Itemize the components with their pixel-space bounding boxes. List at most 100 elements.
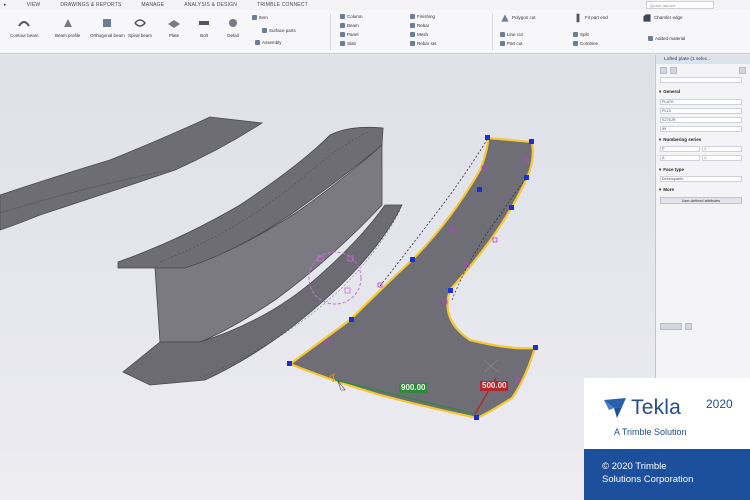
plate-handle[interactable] (524, 175, 529, 180)
plate-handle[interactable] (485, 135, 490, 140)
ribbon-item-assembly[interactable]: Assembly (255, 40, 282, 45)
section-numbering-series[interactable]: Numbering series (659, 137, 701, 143)
ribbon-item-slab-label: Slab (347, 41, 357, 46)
panel-view-button[interactable] (670, 67, 677, 74)
menu-tab-view[interactable]: VIEW (17, 0, 51, 10)
field-name[interactable]: PLATE (660, 99, 742, 105)
added-material-icon (648, 36, 653, 41)
menu-tab-trimble-connect[interactable]: TRIMBLE CONNECT (247, 0, 318, 10)
section-face-type[interactable]: Face type (659, 167, 684, 173)
polygon-cut-icon (501, 14, 509, 22)
ribbon-item-panel[interactable]: Panel (340, 32, 359, 37)
ribbon-item-surface-parts-label: Surface parts (269, 28, 296, 33)
section-general[interactable]: General (659, 89, 680, 95)
ribbon-item-beam-label: Beam (347, 23, 359, 28)
ribbon-item-rebar[interactable]: Rebar (410, 23, 429, 28)
field-part-start[interactable]: 1 (702, 146, 742, 152)
ribbon-item-added-material[interactable]: Added material (648, 36, 685, 41)
ribbon-item-column[interactable]: Column (340, 14, 363, 19)
panel-pin-button[interactable] (660, 67, 667, 74)
ribbon-item-combine-label: Combine (580, 41, 599, 46)
ribbon-item-finishing-label: Finishing (417, 14, 436, 19)
contour-beam-icon (18, 21, 31, 27)
plate-button[interactable]: Plate (167, 16, 181, 38)
ribbon-item-surface-parts[interactable]: Surface parts (262, 28, 296, 33)
menu-tab-manage[interactable]: MANAGE (131, 0, 174, 10)
detail-button[interactable]: Detail (226, 16, 240, 38)
detail-label: Detail (227, 33, 239, 38)
plate-handle[interactable] (410, 257, 415, 262)
menu-tab-drawings-reports[interactable]: DRAWINGS & REPORTS (50, 0, 131, 10)
slab-icon (340, 41, 345, 46)
bolt-button[interactable]: Bolt (197, 16, 211, 38)
field-assembly-prefix[interactable]: A (660, 155, 700, 161)
plate-handle[interactable] (474, 415, 479, 420)
plate-label: Plate (168, 33, 180, 38)
orthogonal-beam-label: Orthogonal beam (90, 33, 125, 38)
midpoint-marker[interactable] (377, 282, 383, 288)
menu-tab-back[interactable]: ▸ (0, 0, 17, 10)
ribbon-item-part-cut-label: Part cut (507, 41, 523, 46)
beam-profile-button[interactable]: Beam profile (55, 16, 80, 38)
ribbon-item-combine[interactable]: Combine (573, 41, 598, 46)
dimension-label-red: 500.00 (480, 381, 509, 391)
beam-profile-icon (63, 19, 72, 27)
orthogonal-beam-button[interactable]: Orthogonal beam (90, 16, 125, 38)
chamfer-edge-icon (643, 14, 651, 22)
ribbon-item-item[interactable]: Item (252, 15, 268, 20)
panel-lock-button[interactable] (685, 323, 692, 330)
midpoint-marker[interactable] (492, 237, 498, 243)
ribbon-item-part-cut[interactable]: Part cut (500, 41, 523, 46)
plate-handle[interactable] (287, 361, 292, 366)
user-defined-attributes-button[interactable]: User-defined attributes (660, 197, 742, 204)
plate-handle[interactable] (509, 205, 514, 210)
ribbon-item-beam[interactable]: Beam (340, 23, 359, 28)
panel-close-button[interactable] (739, 67, 746, 74)
plate-handle[interactable] (477, 187, 482, 192)
ribbon-item-column-label: Column (347, 14, 363, 19)
ribbon-item-line-cut[interactable]: Line cut (500, 32, 523, 37)
panel-search-input[interactable] (660, 77, 742, 83)
field-material[interactable]: S275JR (660, 117, 742, 123)
model-canvas[interactable] (0, 55, 654, 500)
plate-handle[interactable] (448, 288, 453, 293)
plate-handle[interactable] (349, 317, 354, 322)
ribbon-item-slab[interactable]: Slab (340, 41, 356, 46)
section-more[interactable]: More (659, 187, 674, 193)
ribbon-item-finishing[interactable]: Finishing (410, 14, 435, 19)
chamfer-edge-button[interactable]: Chamfer edge (642, 13, 683, 23)
quick-launch-input[interactable]: Quick launch (646, 1, 714, 9)
plate-handle[interactable] (533, 345, 538, 350)
ribbon: Contour beam Beam profile Orthogonal bea… (0, 10, 750, 54)
gizmo-handle[interactable] (344, 287, 351, 294)
field-class[interactable]: 99 (660, 126, 742, 132)
tekla-badge: Tekla 2020 A Trimble Solution © 2020 Tri… (584, 378, 750, 500)
field-part-prefix[interactable]: P (660, 146, 700, 152)
panel-modify-button[interactable] (660, 323, 682, 330)
field-assembly-start[interactable]: 1 (702, 155, 742, 161)
badge-top: Tekla 2020 A Trimble Solution (584, 378, 750, 449)
ribbon-item-split[interactable]: Split (573, 32, 589, 37)
fit-part-end-button[interactable]: Fit part end (573, 13, 608, 23)
plate-handle[interactable] (529, 139, 534, 144)
ribbon-item-line-cut-label: Line cut (507, 32, 523, 37)
model-viewport[interactable]: 900.00 500.00 (0, 55, 654, 500)
plate-icon (168, 20, 180, 28)
bolt-label: Bolt (200, 33, 208, 38)
beam-icon (340, 23, 345, 28)
part-cut-icon (500, 41, 505, 46)
spiral-beam-button[interactable]: Spiral beam (128, 16, 152, 38)
curved-plate-left[interactable] (0, 116, 264, 231)
menu-tab-analysis-design[interactable]: ANALYSIS & DESIGN (174, 0, 247, 10)
ribbon-item-added-material-label: Added material (655, 36, 686, 41)
field-profile[interactable]: PL10 (660, 108, 742, 114)
column-icon (340, 14, 345, 19)
polygon-cut-button[interactable]: Polygon cut (500, 13, 536, 23)
badge-copyright: © 2020 Trimble Solutions Corporation (584, 449, 750, 500)
ribbon-item-rebar-set[interactable]: Rebar set (410, 41, 437, 46)
dimension-label-green: 900.00 (399, 383, 428, 393)
ribbon-item-mesh[interactable]: Mesh (410, 32, 428, 37)
contour-beam-button[interactable]: Contour beam (10, 16, 39, 38)
face-type-select[interactable]: Developable (660, 176, 742, 182)
ribbon-item-item-label: Item (259, 15, 268, 20)
